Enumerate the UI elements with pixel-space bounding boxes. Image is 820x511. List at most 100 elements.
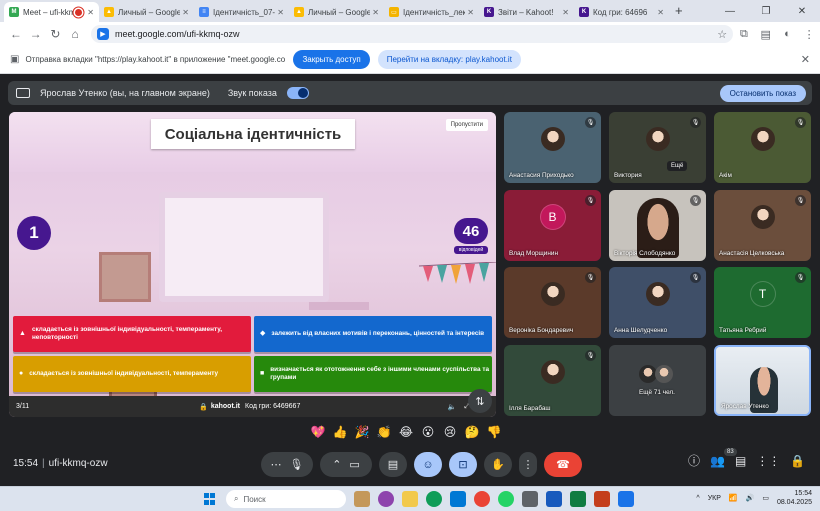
excel-icon[interactable] — [570, 491, 586, 507]
tab-close-icon[interactable]: ✕ — [372, 8, 379, 17]
file-explorer-icon[interactable] — [402, 491, 418, 507]
word-icon[interactable] — [546, 491, 562, 507]
browser-tab[interactable]: ≡ Ідентичність_07-04✕ — [194, 2, 289, 22]
language-indicator[interactable]: УКР — [708, 495, 721, 502]
reaction-emoji-icon[interactable]: 🎉 — [354, 425, 370, 439]
sound-toggle[interactable] — [286, 87, 309, 99]
new-tab-button[interactable]: + — [669, 2, 689, 22]
powerpoint-icon[interactable] — [594, 491, 610, 507]
chrome-icon[interactable] — [474, 491, 490, 507]
emoji-button[interactable]: ☺ — [414, 452, 442, 477]
maximize-icon[interactable]: ❐ — [748, 6, 784, 17]
close-infobar-icon[interactable]: ✕ — [801, 53, 810, 66]
reaction-emoji-icon[interactable]: 🤔 — [464, 425, 480, 439]
answer-option-green[interactable]: ■ визначається як ототожнення себе з інши… — [254, 356, 492, 392]
present-button[interactable]: ⊡ — [449, 452, 477, 477]
menu-icon[interactable]: ⋮ — [798, 28, 820, 41]
taskbar-clock[interactable]: 15:54 08.04.2025 — [777, 489, 812, 507]
camera-control[interactable]: ⌃ ▭ — [320, 452, 372, 477]
widget-icon[interactable] — [354, 491, 370, 507]
participant-tile[interactable]: Т Татьяна Ребрий 🎙 — [714, 267, 811, 338]
url-field[interactable]: ▶ meet.google.com/ufi-kkmq-ozw ☆ — [91, 25, 734, 43]
wifi-icon[interactable]: 📶 — [729, 494, 738, 502]
participant-tile[interactable]: Анастасия Приходько 🎙 — [504, 112, 601, 183]
battery-icon[interactable]: ▭ — [762, 494, 769, 502]
leave-call-button[interactable]: ☎ — [544, 452, 582, 477]
mic-icon[interactable]: 🎙 — [290, 458, 304, 471]
windows-start-icon[interactable] — [204, 493, 216, 505]
host-controls-icon[interactable]: 🔒 — [790, 454, 805, 468]
back-icon[interactable]: ← — [6, 27, 26, 41]
bookmark-star-icon[interactable]: ☆ — [717, 28, 727, 41]
chevron-up-icon[interactable]: ⌃ — [332, 458, 341, 471]
more-audio-icon[interactable]: ⋯ — [271, 458, 282, 471]
participant-tile[interactable]: В Влад Морщинин 🎙 — [504, 190, 601, 261]
browser-tab[interactable]: K Звіти – Kahoot! ✕ — [479, 2, 574, 22]
people-icon[interactable]: 👥 — [710, 454, 725, 468]
activities-icon[interactable]: ⋮⋮ — [756, 454, 780, 468]
forward-icon[interactable]: → — [26, 27, 46, 41]
edge-icon[interactable] — [426, 491, 442, 507]
browser-tab[interactable]: ▭ Ідентичність_лекці✕ — [384, 2, 479, 22]
reaction-emoji-icon[interactable]: 😮 — [420, 425, 436, 439]
participant-tile[interactable]: Ярослав Утенко — [714, 345, 811, 416]
tab-close-icon[interactable]: ✕ — [182, 8, 189, 17]
answer-option-red[interactable]: ▲ складається із зовнішньої індивідуально… — [13, 316, 251, 352]
goto-tab-button[interactable]: Перейти на вкладку: play.kahoot.it — [377, 50, 521, 69]
info-icon[interactable]: ⓘ — [688, 452, 700, 469]
mic-control[interactable]: ⋯ 🎙 — [261, 452, 313, 477]
minimize-icon[interactable]: — — [712, 6, 748, 17]
participant-tile[interactable]: Вікторія Слободянко 🎙 — [609, 190, 706, 261]
tab-close-icon[interactable]: ✕ — [562, 8, 569, 17]
chat-icon[interactable]: ▤ — [735, 454, 746, 468]
participant-tile[interactable]: Анастасія Целковська 🎙 — [714, 190, 811, 261]
reload-icon[interactable]: ↻ — [46, 27, 66, 41]
reaction-emoji-icon[interactable]: 💖 — [310, 425, 326, 439]
browser-tab[interactable]: ▲ Личный – Google Д✕ — [99, 2, 194, 22]
browser-tab[interactable]: M Meet – ufi-kkmq ✕ — [4, 2, 99, 22]
browser-tab[interactable]: ▲ Личный – Google Д✕ — [289, 2, 384, 22]
participant-tile[interactable]: Ещё 71 чел. — [609, 345, 706, 416]
answer-option-yellow[interactable]: ● складається із зовнішньої індивідуально… — [13, 356, 251, 392]
pin-presentation-icon[interactable]: ⇅ — [468, 389, 492, 413]
browser-tab[interactable]: K Код гри: 64696 ✕ — [574, 2, 669, 22]
extensions-icon[interactable]: ⧉ — [733, 28, 755, 41]
telegram-icon[interactable] — [618, 491, 634, 507]
participant-tile[interactable]: Ілля Барабаш 🎙 — [504, 345, 601, 416]
raise-hand-button[interactable]: ✋ — [484, 452, 512, 477]
reaction-emoji-icon[interactable]: 👎 — [486, 425, 502, 439]
volume-tray-icon[interactable]: 🔊 — [746, 494, 755, 502]
profile-icon[interactable]: ◐ — [777, 28, 799, 40]
reaction-emoji-icon[interactable]: 👍 — [332, 425, 348, 439]
taskbar-search[interactable]: ⌕ Поиск — [226, 490, 346, 508]
more-button[interactable]: Ещё — [667, 161, 688, 171]
more-options-button[interactable]: ⋮ — [519, 452, 537, 477]
tab-close-icon[interactable]: ✕ — [467, 8, 474, 17]
cast-icon[interactable]: ▤ — [755, 28, 777, 41]
tab-close-icon[interactable]: ✕ — [657, 8, 664, 17]
skip-button[interactable]: Пропустити — [445, 119, 488, 131]
stop-presenting-button[interactable]: Остановить показ — [719, 84, 806, 102]
stop-sharing-button[interactable]: Закрыть доступ — [293, 50, 370, 69]
site-settings-icon[interactable]: ▶ — [97, 28, 109, 40]
reaction-emoji-icon[interactable]: 😂 — [398, 425, 414, 439]
tab-close-icon[interactable]: ✕ — [277, 8, 284, 17]
answer-option-blue[interactable]: ◆ залежить від власних мотивів і перекона… — [254, 316, 492, 352]
reaction-emoji-icon[interactable]: 😢 — [442, 425, 458, 439]
participant-tile[interactable]: Анна Шелудченко 🎙 — [609, 267, 706, 338]
captions-button[interactable]: ▤ — [379, 452, 407, 477]
store-icon[interactable] — [450, 491, 466, 507]
home-icon[interactable]: ⌂ — [65, 27, 85, 41]
copilot-icon[interactable] — [378, 491, 394, 507]
reaction-emoji-icon[interactable]: 👏 — [376, 425, 392, 439]
download-icon[interactable] — [522, 491, 538, 507]
close-icon[interactable]: ✕ — [784, 6, 820, 17]
participant-tile[interactable]: Акім 🎙 — [714, 112, 811, 183]
tray-chevron-icon[interactable]: ^ — [696, 495, 699, 502]
whatsapp-icon[interactable] — [498, 491, 514, 507]
participant-tile[interactable]: Вероніка Бондаревич 🎙 — [504, 267, 601, 338]
volume-icon[interactable]: 🔈 — [448, 403, 457, 411]
participant-tile[interactable]: Ещё Виктория 🎙 — [609, 112, 706, 183]
camera-icon[interactable]: ▭ — [349, 458, 359, 471]
tab-close-icon[interactable]: ✕ — [87, 8, 94, 17]
